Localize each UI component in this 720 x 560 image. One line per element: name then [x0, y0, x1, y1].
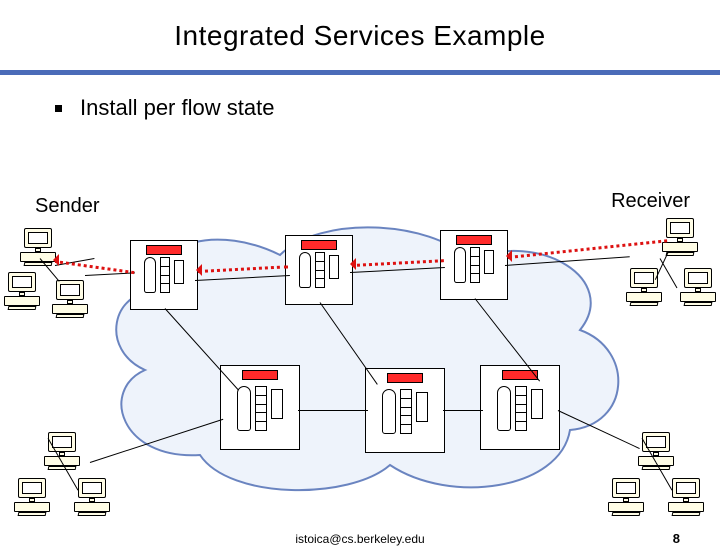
workstation [12, 478, 52, 516]
bullet-marker [55, 105, 62, 112]
slide-title: Integrated Services Example [0, 20, 720, 52]
footer-email: istoica@cs.berkeley.edu [295, 532, 424, 546]
bullet-text: Install per flow state [80, 95, 274, 121]
router-r4 [220, 365, 300, 450]
flow-arrow-icon [500, 250, 512, 262]
title-rule [0, 70, 720, 75]
net-link [443, 410, 483, 411]
workstation [50, 280, 90, 318]
router-r2 [285, 235, 353, 305]
flow-arrow-icon [190, 264, 202, 276]
workstation [678, 268, 718, 306]
router-r1 [130, 240, 198, 310]
router-r6 [480, 365, 560, 450]
workstation [666, 478, 706, 516]
workstation [606, 478, 646, 516]
diagram-stage [0, 210, 720, 530]
bullet-row: Install per flow state [55, 95, 720, 121]
footer-page-number: 8 [673, 531, 680, 546]
net-link [298, 410, 368, 411]
flow-arrow-icon [344, 258, 356, 270]
router-r3 [440, 230, 508, 300]
flow-arrow-icon [47, 254, 59, 266]
workstation [72, 478, 112, 516]
workstation [2, 272, 42, 310]
workstation-receiver [660, 218, 700, 256]
router-r5 [365, 368, 445, 453]
